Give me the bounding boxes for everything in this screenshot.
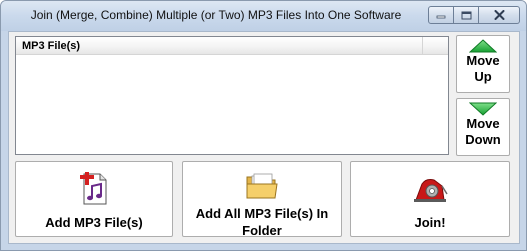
- title-bar[interactable]: Join (Merge, Combine) Multiple (or Two) …: [1, 1, 526, 31]
- mp3-file-list[interactable]: MP3 File(s): [15, 36, 449, 155]
- close-button[interactable]: [479, 6, 520, 24]
- window-title: Join (Merge, Combine) Multiple (or Two) …: [30, 8, 402, 22]
- app-window: Join (Merge, Combine) Multiple (or Two) …: [0, 0, 527, 251]
- tape-dispenser-icon: [414, 179, 448, 202]
- maximize-button[interactable]: [454, 6, 479, 24]
- move-up-button[interactable]: Move Up: [456, 35, 510, 93]
- list-header: MP3 File(s): [16, 37, 448, 55]
- add-mp3-files-label: Add MP3 File(s): [45, 215, 143, 230]
- add-folder-button[interactable]: Add All MP3 File(s) In Folder: [182, 161, 342, 238]
- join-button[interactable]: Join!: [350, 161, 510, 237]
- add-folder-label-line2: Folder: [242, 223, 282, 238]
- minimize-button[interactable]: [428, 6, 454, 24]
- move-down-label-line2: Down: [465, 132, 501, 147]
- client-area: MP3 File(s) Move Up Move Down Add MP3 Fi…: [8, 31, 520, 244]
- column-header-filler: [423, 37, 449, 55]
- arrow-up-icon: [469, 39, 497, 53]
- music-file-add-icon: [80, 172, 107, 205]
- folder-icon: [246, 173, 278, 199]
- add-mp3-files-button[interactable]: Add MP3 File(s): [15, 161, 173, 237]
- move-down-label-line1: Move: [466, 116, 500, 131]
- minimize-icon: [436, 15, 446, 19]
- arrow-down-icon: [469, 102, 497, 116]
- move-down-button[interactable]: Move Down: [456, 98, 510, 156]
- close-icon: [494, 10, 504, 20]
- column-header-mp3-files[interactable]: MP3 File(s): [16, 37, 423, 55]
- maximize-icon: [461, 11, 471, 19]
- move-up-label-line1: Move: [466, 53, 500, 68]
- window-controls: [428, 6, 520, 24]
- add-folder-label-line1: Add All MP3 File(s) In: [195, 206, 329, 221]
- move-up-label-line2: Up: [474, 69, 492, 84]
- join-label: Join!: [414, 215, 446, 230]
